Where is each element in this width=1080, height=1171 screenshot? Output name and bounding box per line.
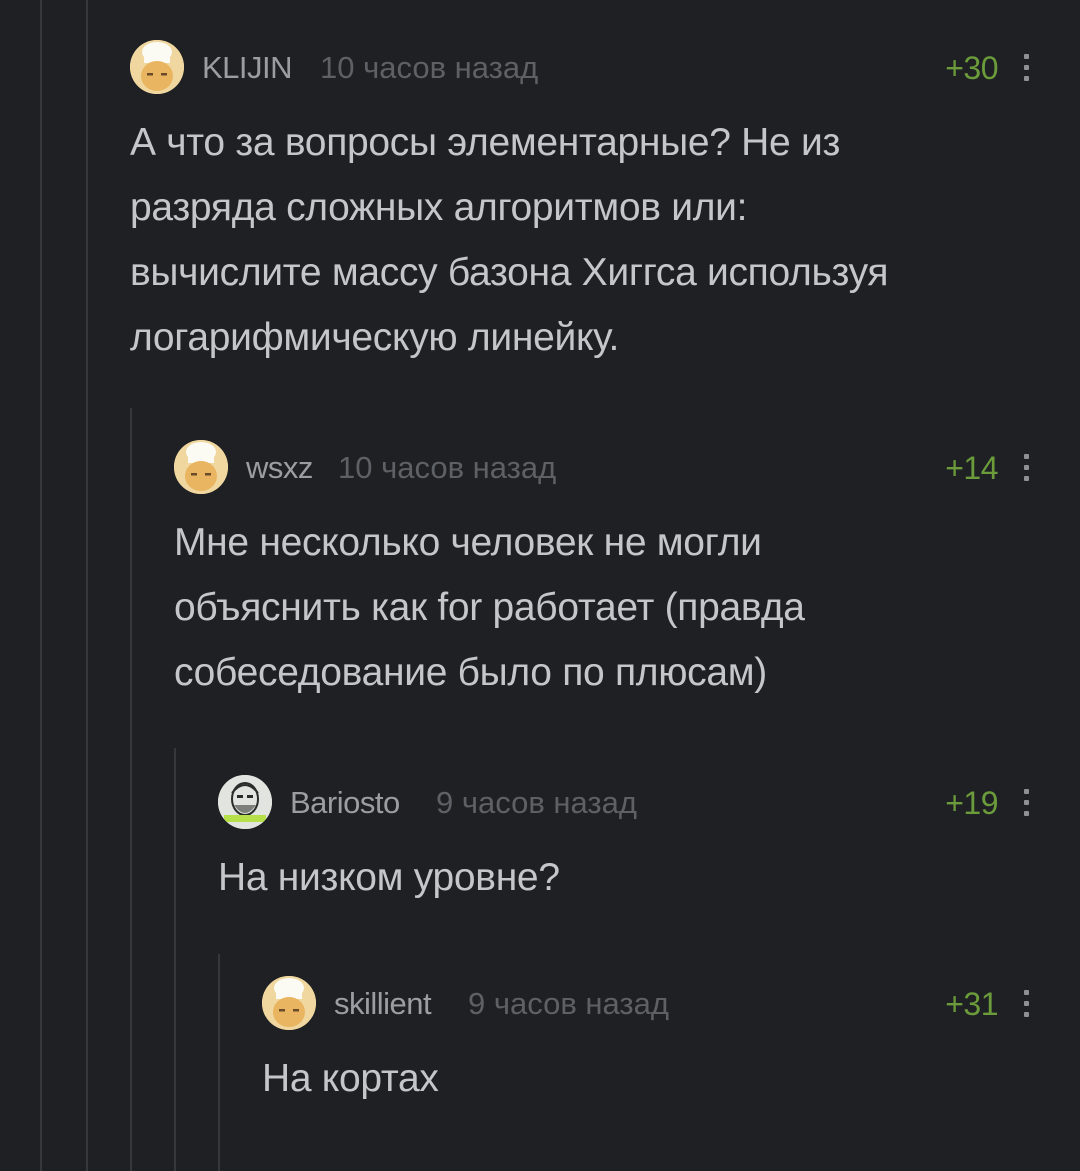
rating: +30 bbox=[945, 50, 998, 86]
thread-line-level-0b bbox=[86, 0, 88, 1171]
username[interactable]: wsxz bbox=[246, 450, 313, 486]
comment: skillient 9 часов назад +31 На кортах bbox=[262, 976, 1080, 1136]
text-line: собеседование было по плюсам) bbox=[174, 651, 767, 694]
username[interactable]: Bariosto bbox=[290, 785, 400, 821]
comment-text: А что за вопросы элементарные? Не из раз… bbox=[130, 110, 889, 370]
thread-line-level-1 bbox=[130, 408, 132, 1171]
text-line: На кортах bbox=[262, 1057, 439, 1100]
comment-text: На низком уровне? bbox=[218, 845, 560, 910]
chef-avatar-icon[interactable] bbox=[262, 976, 316, 1030]
timestamp: 10 часов назад bbox=[320, 50, 539, 85]
text-line: логарифмическую линейку. bbox=[130, 316, 619, 359]
text-line: вычислите массу базона Хиггса используя bbox=[130, 251, 889, 294]
text-line: На низком уровне? bbox=[218, 856, 560, 899]
username[interactable]: KLIJIN bbox=[202, 50, 293, 86]
chef-avatar-icon[interactable] bbox=[174, 440, 228, 494]
more-options-icon[interactable] bbox=[1022, 789, 1030, 819]
thread-line-level-3 bbox=[218, 954, 220, 1171]
timestamp: 9 часов назад bbox=[436, 785, 637, 820]
comment-header: KLIJIN 10 часов назад +30 bbox=[130, 40, 1080, 96]
rating: +19 bbox=[945, 785, 998, 821]
comment-header: wsxz 10 часов назад +14 bbox=[174, 440, 1080, 496]
text-line: Мне несколько человек не могли bbox=[174, 521, 762, 564]
thread-line-level-2 bbox=[174, 748, 176, 1171]
comment: Bariosto 9 часов назад +19 На низком уро… bbox=[218, 775, 1080, 935]
more-options-icon[interactable] bbox=[1022, 54, 1030, 84]
timestamp: 10 часов назад bbox=[338, 450, 557, 485]
comment-text: На кортах bbox=[262, 1046, 439, 1111]
more-options-icon[interactable] bbox=[1022, 990, 1030, 1020]
rating: +14 bbox=[945, 450, 998, 486]
text-line: объяснить как for работает (правда bbox=[174, 586, 805, 629]
comment-text: Мне несколько человек не могли объяснить… bbox=[174, 510, 805, 705]
chef-avatar-icon[interactable] bbox=[130, 40, 184, 94]
text-line: разряда сложных алгоритмов или: bbox=[130, 186, 748, 229]
timestamp: 9 часов назад bbox=[468, 986, 669, 1021]
username[interactable]: skillient bbox=[334, 986, 432, 1022]
rating: +31 bbox=[945, 986, 998, 1022]
bearded-man-avatar-icon[interactable] bbox=[218, 775, 272, 829]
text-line: А что за вопросы элементарные? Не из bbox=[130, 121, 841, 164]
comment: KLIJIN 10 часов назад +30 А что за вопро… bbox=[130, 40, 1080, 380]
comment-header: skillient 9 часов назад +31 bbox=[262, 976, 1080, 1032]
comment-header: Bariosto 9 часов назад +19 bbox=[218, 775, 1080, 831]
more-options-icon[interactable] bbox=[1022, 454, 1030, 484]
comment: wsxz 10 часов назад +14 Мне несколько че… bbox=[174, 440, 1080, 720]
thread-line-level-0 bbox=[40, 0, 42, 1171]
